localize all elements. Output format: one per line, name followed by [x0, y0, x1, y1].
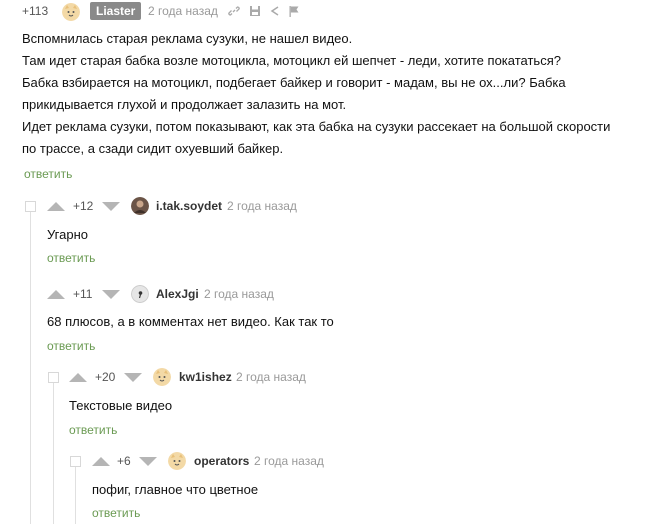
reply-link[interactable]: ответить — [69, 423, 117, 437]
save-icon[interactable] — [249, 5, 261, 17]
comment-author[interactable]: i.tak.soydet — [156, 199, 222, 213]
root-text-line: по трассе, а сзади сидит охуевший байкер… — [22, 141, 284, 156]
comment-author[interactable]: AlexJgi — [156, 287, 199, 301]
root-date[interactable]: 2 года назад — [148, 4, 218, 18]
comment-text: Текстовые видео — [69, 398, 173, 413]
flag-icon[interactable] — [288, 5, 300, 17]
collapse-toggle[interactable] — [48, 372, 59, 383]
root-text-line: Там идет старая бабка возле мотоцикла, м… — [22, 53, 561, 68]
upvote-arrow-icon[interactable] — [92, 457, 110, 466]
downvote-arrow-icon[interactable] — [124, 373, 142, 382]
comment-date[interactable]: 2 года назад — [236, 370, 306, 384]
collapse-toggle[interactable] — [70, 456, 81, 467]
link-icon[interactable] — [228, 5, 240, 17]
comment-rating: +20 — [95, 370, 116, 384]
comment-author[interactable]: operators — [194, 454, 249, 468]
reply-link[interactable]: ответить — [47, 251, 95, 265]
user-cat-avatar-icon[interactable] — [153, 368, 171, 386]
comment-date[interactable]: 2 года назад — [227, 199, 297, 213]
root-text-line: Вспомнилась старая реклама сузуки, не на… — [22, 31, 353, 46]
root-text-line: Бабка взбирается на мотоцикл, подбегает … — [22, 75, 566, 90]
root-avatar-cat-icon[interactable] — [62, 3, 80, 21]
upvote-arrow-icon[interactable] — [69, 373, 87, 382]
user-photo-avatar-icon[interactable] — [131, 197, 149, 215]
comment-text: Угарно — [47, 227, 88, 242]
reply-link[interactable]: ответить — [92, 506, 140, 520]
comment-text: 68 плюсов, а в комментах нет видео. Как … — [47, 314, 334, 329]
root-author[interactable]: Liaster — [90, 2, 142, 20]
upvote-arrow-icon[interactable] — [47, 202, 65, 211]
collapse-toggle[interactable] — [25, 201, 36, 212]
root-text-line: Идет реклама сузуки, потом показывают, к… — [22, 119, 611, 134]
upvote-arrow-icon[interactable] — [47, 290, 65, 299]
comment-author[interactable]: kw1ishez — [179, 370, 232, 384]
comment-rating: +6 — [117, 454, 131, 468]
thread-line — [30, 212, 31, 524]
comment-rating: +12 — [73, 199, 94, 213]
comment-rating: +11 — [73, 287, 93, 301]
root-text-line: прикидывается глухой и продолжает залази… — [22, 97, 347, 112]
user-cat-avatar-icon[interactable] — [168, 452, 186, 470]
downvote-arrow-icon[interactable] — [102, 202, 120, 211]
root-rating: +113 — [22, 4, 49, 18]
thread-line — [75, 465, 76, 524]
comment-text: пофиг, главное что цветное — [92, 482, 259, 497]
downvote-arrow-icon[interactable] — [102, 290, 120, 299]
thread-line — [53, 380, 54, 524]
downvote-arrow-icon[interactable] — [139, 457, 157, 466]
comment-date[interactable]: 2 года назад — [204, 287, 274, 301]
user-default-avatar-icon[interactable] — [131, 285, 149, 303]
comment-date[interactable]: 2 года назад — [254, 454, 324, 468]
share-icon[interactable] — [269, 5, 281, 17]
reply-link[interactable]: ответить — [24, 167, 72, 181]
reply-link[interactable]: ответить — [47, 339, 95, 353]
